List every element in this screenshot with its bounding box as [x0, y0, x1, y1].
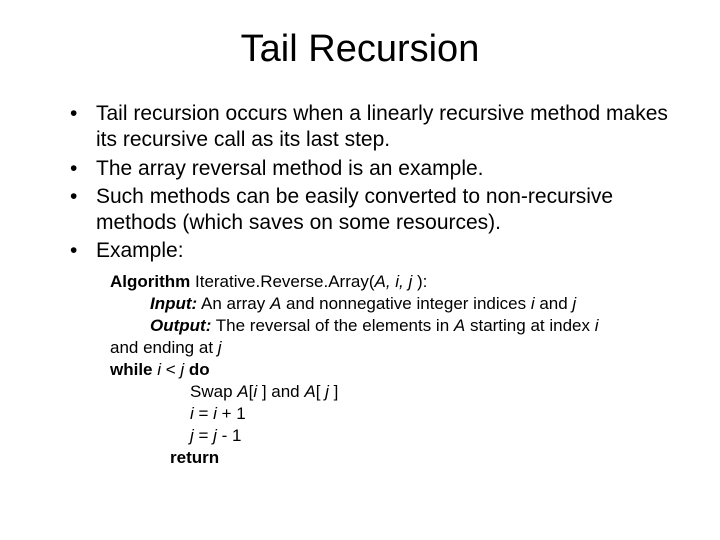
algo-close: ): [417, 272, 427, 291]
text: The reversal of the elements in [211, 316, 454, 335]
var: j [213, 426, 222, 445]
var: i [213, 404, 222, 423]
algo-args: A, i, j [375, 272, 418, 291]
slide: Tail Recursion Tail recursion occurs whe… [0, 0, 720, 540]
text: [ [316, 382, 325, 401]
keyword: while [110, 360, 157, 379]
text: + 1 [222, 404, 246, 423]
input-label: Input: [150, 294, 197, 313]
var: j [572, 294, 576, 313]
algo-return: return [170, 447, 680, 469]
algo-output: Output: The reversal of the elements in … [150, 315, 680, 337]
algo-inc: i = i + 1 [190, 403, 680, 425]
var: i [595, 316, 599, 335]
algo-swap: Swap A[i ] and A[ j ] [190, 381, 680, 403]
bullet-item: The array reversal method is an example. [70, 156, 680, 182]
op: = [199, 404, 214, 423]
var: j [325, 382, 334, 401]
var: i [253, 382, 262, 401]
output-label: Output: [150, 316, 211, 335]
var: i [190, 404, 199, 423]
algo-while: while i < j do [110, 359, 680, 381]
var: A [270, 294, 281, 313]
op: = [199, 426, 214, 445]
algo-output-cont: and ending at j [110, 337, 680, 359]
var: A [454, 316, 465, 335]
var: i [157, 360, 166, 379]
text: An array [197, 294, 270, 313]
keyword: return [170, 448, 219, 467]
text: Swap [190, 382, 237, 401]
bullet-list: Tail recursion occurs when a linearly re… [40, 101, 680, 265]
var: j [190, 426, 199, 445]
algo-name: Iterative.Reverse.Array( [195, 272, 375, 291]
text: starting at index [465, 316, 594, 335]
text: ] [334, 382, 339, 401]
text: and [535, 294, 573, 313]
text: ] and [262, 382, 305, 401]
keyword: do [184, 360, 210, 379]
op: < [166, 360, 181, 379]
text: - 1 [222, 426, 242, 445]
text: and ending at [110, 338, 218, 357]
algo-keyword: Algorithm [110, 272, 195, 291]
var: A [237, 382, 248, 401]
bullet-item: Example: [70, 238, 680, 264]
algo-signature: Algorithm Iterative.Reverse.Array(A, i, … [110, 271, 680, 293]
var: j [218, 338, 222, 357]
bullet-item: Such methods can be easily converted to … [70, 184, 680, 237]
var: A [304, 382, 315, 401]
algorithm-block: Algorithm Iterative.Reverse.Array(A, i, … [110, 271, 680, 470]
slide-title: Tail Recursion [40, 28, 680, 71]
text: and nonnegative integer indices [281, 294, 531, 313]
algo-input: Input: An array A and nonnegative intege… [150, 293, 680, 315]
bullet-item: Tail recursion occurs when a linearly re… [70, 101, 680, 154]
algo-dec: j = j - 1 [190, 425, 680, 447]
